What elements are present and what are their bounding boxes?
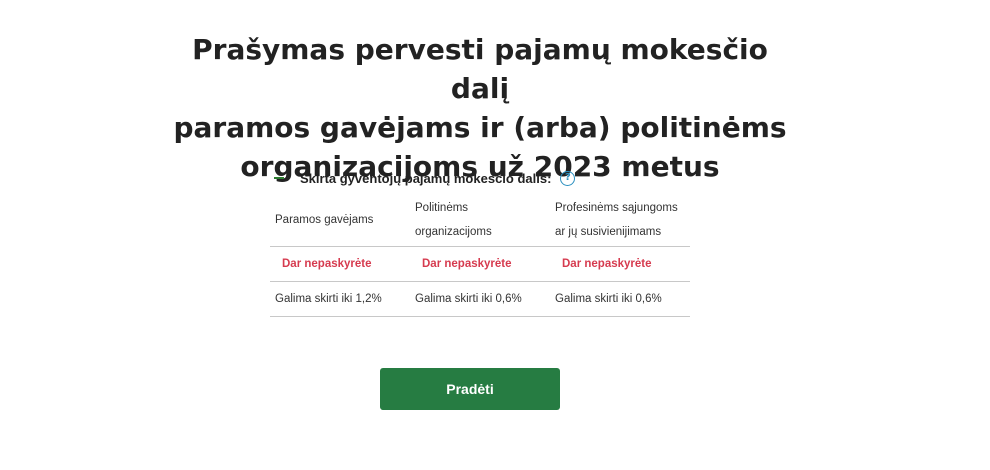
status-link-political-organizations[interactable]: Dar nepaskyrėte — [415, 258, 512, 270]
page-title: Prašymas pervesti pajamų mokesčio dalį p… — [160, 30, 800, 186]
status-cell: Dar nepaskyrėte — [410, 246, 550, 282]
column-header-trade-unions: Profesinėms sąjungoms ar jų susivienijim… — [550, 192, 690, 247]
column-header-political-organizations: Politinėms organizacijoms — [410, 192, 550, 247]
status-link-support-recipients[interactable]: Dar nepaskyrėte — [275, 258, 372, 270]
minus-icon[interactable] — [274, 177, 284, 179]
table-row-status: Dar nepaskyrėte Dar nepaskyrėte Dar nepa… — [270, 246, 690, 282]
start-button[interactable]: Pradėti — [380, 368, 560, 410]
limit-cell-support-recipients: Galima skirti iki 1,2% — [270, 281, 410, 317]
page-title-line: paramos gavėjams ir (arba) politinėms — [173, 111, 787, 144]
column-header-support-recipients: Paramos gavėjams — [270, 192, 410, 247]
limit-cell-political-organizations: Galima skirti iki 0,6% — [410, 281, 550, 317]
tax-share-section: Skirta gyventojų pajamų mokesčio dalis: … — [270, 164, 690, 317]
section-header[interactable]: Skirta gyventojų pajamų mokesčio dalis: … — [270, 164, 690, 192]
status-link-trade-unions[interactable]: Dar nepaskyrėte — [555, 258, 652, 270]
allocation-table: Paramos gavėjams Politinėms organizacijo… — [270, 192, 690, 317]
table-row-limits: Galima skirti iki 1,2% Galima skirti iki… — [270, 281, 690, 317]
section-title: Skirta gyventojų pajamų mokesčio dalis: — [300, 170, 552, 186]
question-circle-icon[interactable]: ? — [560, 170, 576, 186]
table-header-row: Paramos gavėjams Politinėms organizacijo… — [270, 192, 690, 247]
page-title-line: Prašymas pervesti pajamų mokesčio dalį — [192, 33, 768, 105]
status-cell: Dar nepaskyrėte — [270, 246, 410, 282]
limit-cell-trade-unions: Galima skirti iki 0,6% — [550, 281, 690, 317]
status-cell: Dar nepaskyrėte — [550, 246, 690, 282]
